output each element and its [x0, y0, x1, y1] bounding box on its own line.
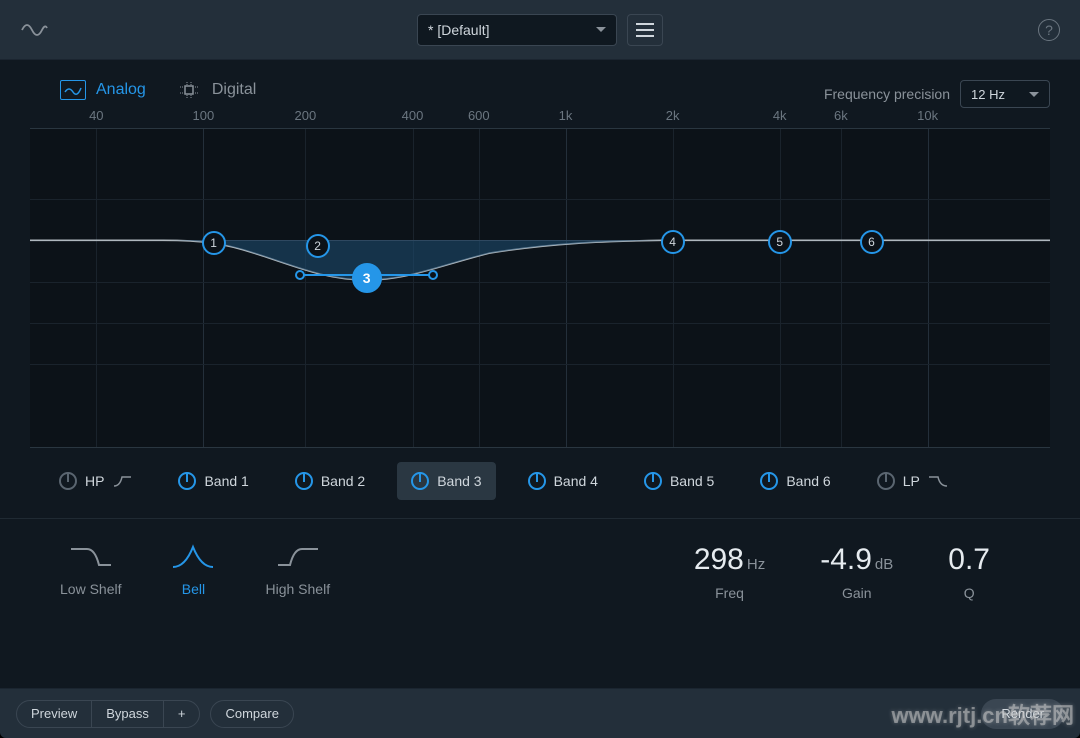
eq-graph[interactable]: dB 5 0 -5 -10 -15: [30, 128, 1050, 448]
compare-button[interactable]: Compare: [210, 700, 293, 728]
add-button[interactable]: +: [164, 701, 200, 727]
mode-analog-label: Analog: [96, 81, 146, 99]
power-icon[interactable]: [644, 472, 662, 490]
power-icon[interactable]: [877, 472, 895, 490]
readout-q[interactable]: 0.7 Q: [948, 543, 990, 601]
band-3-label: Band 3: [437, 473, 481, 489]
lp-shape-icon: [928, 475, 948, 487]
freq-tick: 1k: [559, 108, 573, 123]
eq-container: 40 100 200 400 600 1k 2k 4k 6k 10k dB 5 …: [30, 108, 1050, 448]
mode-digital-label: Digital: [212, 81, 256, 99]
chevron-down-icon: [1029, 92, 1039, 97]
eq-node-4[interactable]: 4: [661, 230, 685, 254]
band-4-label: Band 4: [554, 473, 598, 489]
power-icon[interactable]: [59, 472, 77, 490]
band-6[interactable]: Band 6: [746, 462, 844, 500]
shape-high-shelf[interactable]: High Shelf: [265, 543, 330, 601]
band-5-label: Band 5: [670, 473, 714, 489]
freq-tick: 10k: [917, 108, 938, 123]
shape-low-shelf[interactable]: Low Shelf: [60, 543, 121, 601]
shape-high-shelf-label: High Shelf: [265, 581, 330, 597]
preview-button[interactable]: Preview: [17, 701, 92, 727]
mode-digital[interactable]: Digital: [176, 80, 256, 100]
freq-tick: 200: [295, 108, 317, 123]
freq-precision-dropdown[interactable]: 12 Hz: [960, 80, 1050, 108]
freq-tick: 40: [89, 108, 103, 123]
readout-gain[interactable]: -4.9dB Gain: [820, 543, 893, 601]
freq-tick: 600: [468, 108, 490, 123]
freq-tick: 100: [193, 108, 215, 123]
low-shelf-icon: [69, 543, 113, 571]
eq-node-6[interactable]: 6: [860, 230, 884, 254]
gain-unit: dB: [875, 556, 893, 573]
freq-tick: 2k: [666, 108, 680, 123]
freq-precision: Frequency precision 12 Hz: [824, 80, 1050, 108]
power-icon[interactable]: [295, 472, 313, 490]
bypass-button[interactable]: Bypass: [92, 701, 164, 727]
analog-icon: [60, 80, 86, 100]
bell-icon: [171, 543, 215, 571]
eq-curve: [30, 129, 1050, 447]
band-1-label: Band 1: [204, 473, 248, 489]
freq-precision-label: Frequency precision: [824, 86, 950, 102]
band-lp[interactable]: LP: [863, 462, 962, 500]
freq-tick: 400: [402, 108, 424, 123]
power-icon[interactable]: [411, 472, 429, 490]
eq-node-5[interactable]: 5: [768, 230, 792, 254]
band-2-label: Band 2: [321, 473, 365, 489]
power-icon[interactable]: [528, 472, 546, 490]
freq-value: 298: [694, 543, 744, 576]
gain-value: -4.9: [820, 543, 872, 576]
pill-group: Preview Bypass +: [16, 700, 200, 728]
band-4[interactable]: Band 4: [514, 462, 612, 500]
band-6-label: Band 6: [786, 473, 830, 489]
power-icon[interactable]: [760, 472, 778, 490]
power-icon[interactable]: [178, 472, 196, 490]
plugin-logo-icon: [20, 18, 48, 47]
eq-node-2[interactable]: 2: [306, 234, 330, 258]
mode-analog[interactable]: Analog: [60, 80, 146, 100]
preset-dropdown[interactable]: * [Default]: [417, 14, 617, 46]
band-tabs: HP Band 1 Band 2 Band 3 Band 4 Band 5 Ba…: [0, 448, 1080, 519]
readout-freq[interactable]: 298Hz Freq: [694, 543, 765, 601]
shape-bell[interactable]: Bell: [171, 543, 215, 601]
menu-button[interactable]: [627, 14, 663, 46]
band-5[interactable]: Band 5: [630, 462, 728, 500]
band-2[interactable]: Band 2: [281, 462, 379, 500]
band-1[interactable]: Band 1: [164, 462, 262, 500]
top-bar: * [Default] ?: [0, 0, 1080, 60]
shape-low-shelf-label: Low Shelf: [60, 581, 121, 597]
shape-bell-label: Bell: [182, 581, 205, 597]
q-handle-left[interactable]: [295, 270, 305, 280]
eq-node-3[interactable]: 3: [352, 263, 382, 293]
eq-node-1[interactable]: 1: [202, 231, 226, 255]
q-value: 0.7: [948, 543, 990, 576]
chevron-down-icon: [596, 27, 606, 32]
freq-label: Freq: [715, 585, 744, 601]
q-label: Q: [964, 585, 975, 601]
gain-label: Gain: [842, 585, 872, 601]
high-shelf-icon: [276, 543, 320, 571]
freq-tick: 6k: [834, 108, 848, 123]
readout-group: 298Hz Freq -4.9dB Gain 0.7 Q: [694, 543, 990, 601]
bottom-bar: Preview Bypass + Compare Render: [0, 688, 1080, 738]
band-hp[interactable]: HP: [45, 462, 146, 500]
help-icon[interactable]: ?: [1038, 19, 1060, 41]
freq-tick: 4k: [773, 108, 787, 123]
digital-icon: [176, 80, 202, 100]
freq-axis-labels: 40 100 200 400 600 1k 2k 4k 6k 10k: [30, 108, 1050, 128]
preset-name: * [Default]: [428, 22, 489, 38]
controls-row: Low Shelf Bell High Shelf 298Hz Freq -4.…: [0, 519, 1080, 631]
band-lp-label: LP: [903, 473, 920, 489]
render-button[interactable]: Render: [981, 699, 1064, 729]
mode-row: Analog Digital Frequency precision: [0, 60, 1080, 108]
hp-shape-icon: [112, 475, 132, 487]
freq-precision-value: 12 Hz: [971, 87, 1005, 102]
filter-shape-group: Low Shelf Bell High Shelf: [60, 543, 330, 601]
band-hp-label: HP: [85, 473, 104, 489]
band-3[interactable]: Band 3: [397, 462, 495, 500]
q-handle-right[interactable]: [428, 270, 438, 280]
freq-unit: Hz: [747, 556, 765, 573]
